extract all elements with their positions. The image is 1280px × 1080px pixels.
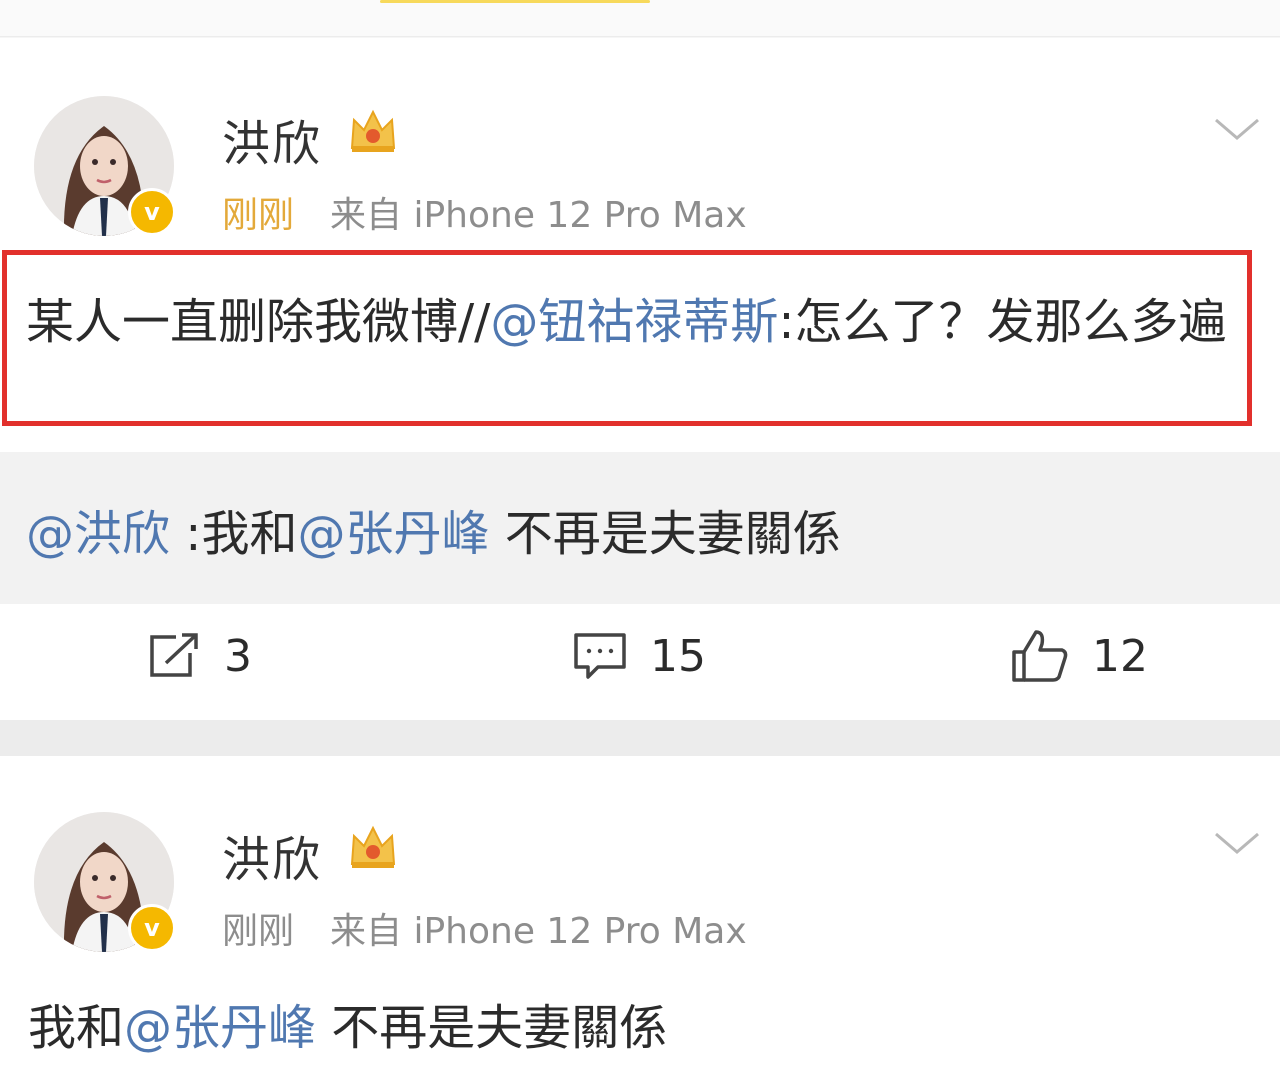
mention-link[interactable]: @张丹峰 (297, 506, 489, 562)
verified-badge-icon: v (128, 904, 176, 952)
weibo-post-card: v 洪欣 刚刚 来自 iPhone 12 Pro Max 我和@张丹峰 不再是夫妻… (0, 756, 1280, 1080)
content-text: 某人一直删除我微博// (26, 294, 491, 350)
member-crown-icon[interactable] (346, 104, 400, 158)
like-button[interactable]: 12 (1010, 624, 1148, 688)
thumbs-up-icon (1012, 630, 1068, 682)
post-meta: 刚刚 来自 iPhone 12 Pro Max (222, 186, 747, 238)
comment-count: 15 (650, 630, 706, 682)
mention-link[interactable]: @张丹峰 (124, 1000, 316, 1056)
content-text: 我和 (28, 1000, 125, 1056)
post-content: 某人一直删除我微博//@钮祜禄蒂斯:怎么了？发那么多遍 (26, 282, 1236, 362)
member-crown-icon[interactable] (346, 820, 400, 874)
repost-text: 不再是夫妻關係 (489, 506, 841, 562)
mention-link[interactable]: @洪欣 (26, 506, 170, 562)
post-source: 来自 iPhone 12 Pro Max (330, 911, 747, 952)
post-meta: 刚刚 来自 iPhone 12 Pro Max (222, 902, 747, 954)
top-strip (0, 0, 1280, 37)
post-time: 刚刚 (222, 911, 295, 952)
post-time: 刚刚 (222, 195, 295, 236)
share-icon (150, 633, 198, 677)
post-source: 来自 iPhone 12 Pro Max (330, 195, 747, 236)
like-count: 12 (1092, 630, 1148, 682)
tab-indicator (380, 0, 650, 3)
share-count: 3 (224, 630, 252, 682)
username[interactable]: 洪欣 (222, 820, 322, 890)
share-button[interactable]: 3 (146, 624, 252, 688)
action-bar: 3 15 12 (0, 624, 1280, 688)
chevron-down-icon[interactable] (1212, 828, 1262, 858)
content-text: :怎么了？发那么多遍 (778, 294, 1227, 350)
repost-text: :我和 (170, 506, 298, 562)
chevron-down-icon[interactable] (1212, 114, 1262, 144)
content-text: 不再是夫妻關係 (316, 1000, 668, 1056)
post-content: 我和@张丹峰 不再是夫妻關係 (28, 988, 667, 1058)
comment-button[interactable]: 15 (572, 624, 706, 688)
username[interactable]: 洪欣 (222, 104, 322, 174)
repost-block[interactable]: @洪欣 :我和@张丹峰 不再是夫妻關係 (0, 452, 1280, 604)
weibo-post-card: v 洪欣 刚刚 来自 iPhone 12 Pro Max 某人一直删除我微博//@… (0, 38, 1280, 720)
feed-divider (0, 720, 1280, 756)
repost-content: @洪欣 :我和@张丹峰 不再是夫妻關係 (26, 494, 841, 564)
verified-badge-icon: v (128, 188, 176, 236)
comment-icon (574, 633, 626, 679)
mention-link[interactable]: @钮祜禄蒂斯 (490, 294, 778, 350)
